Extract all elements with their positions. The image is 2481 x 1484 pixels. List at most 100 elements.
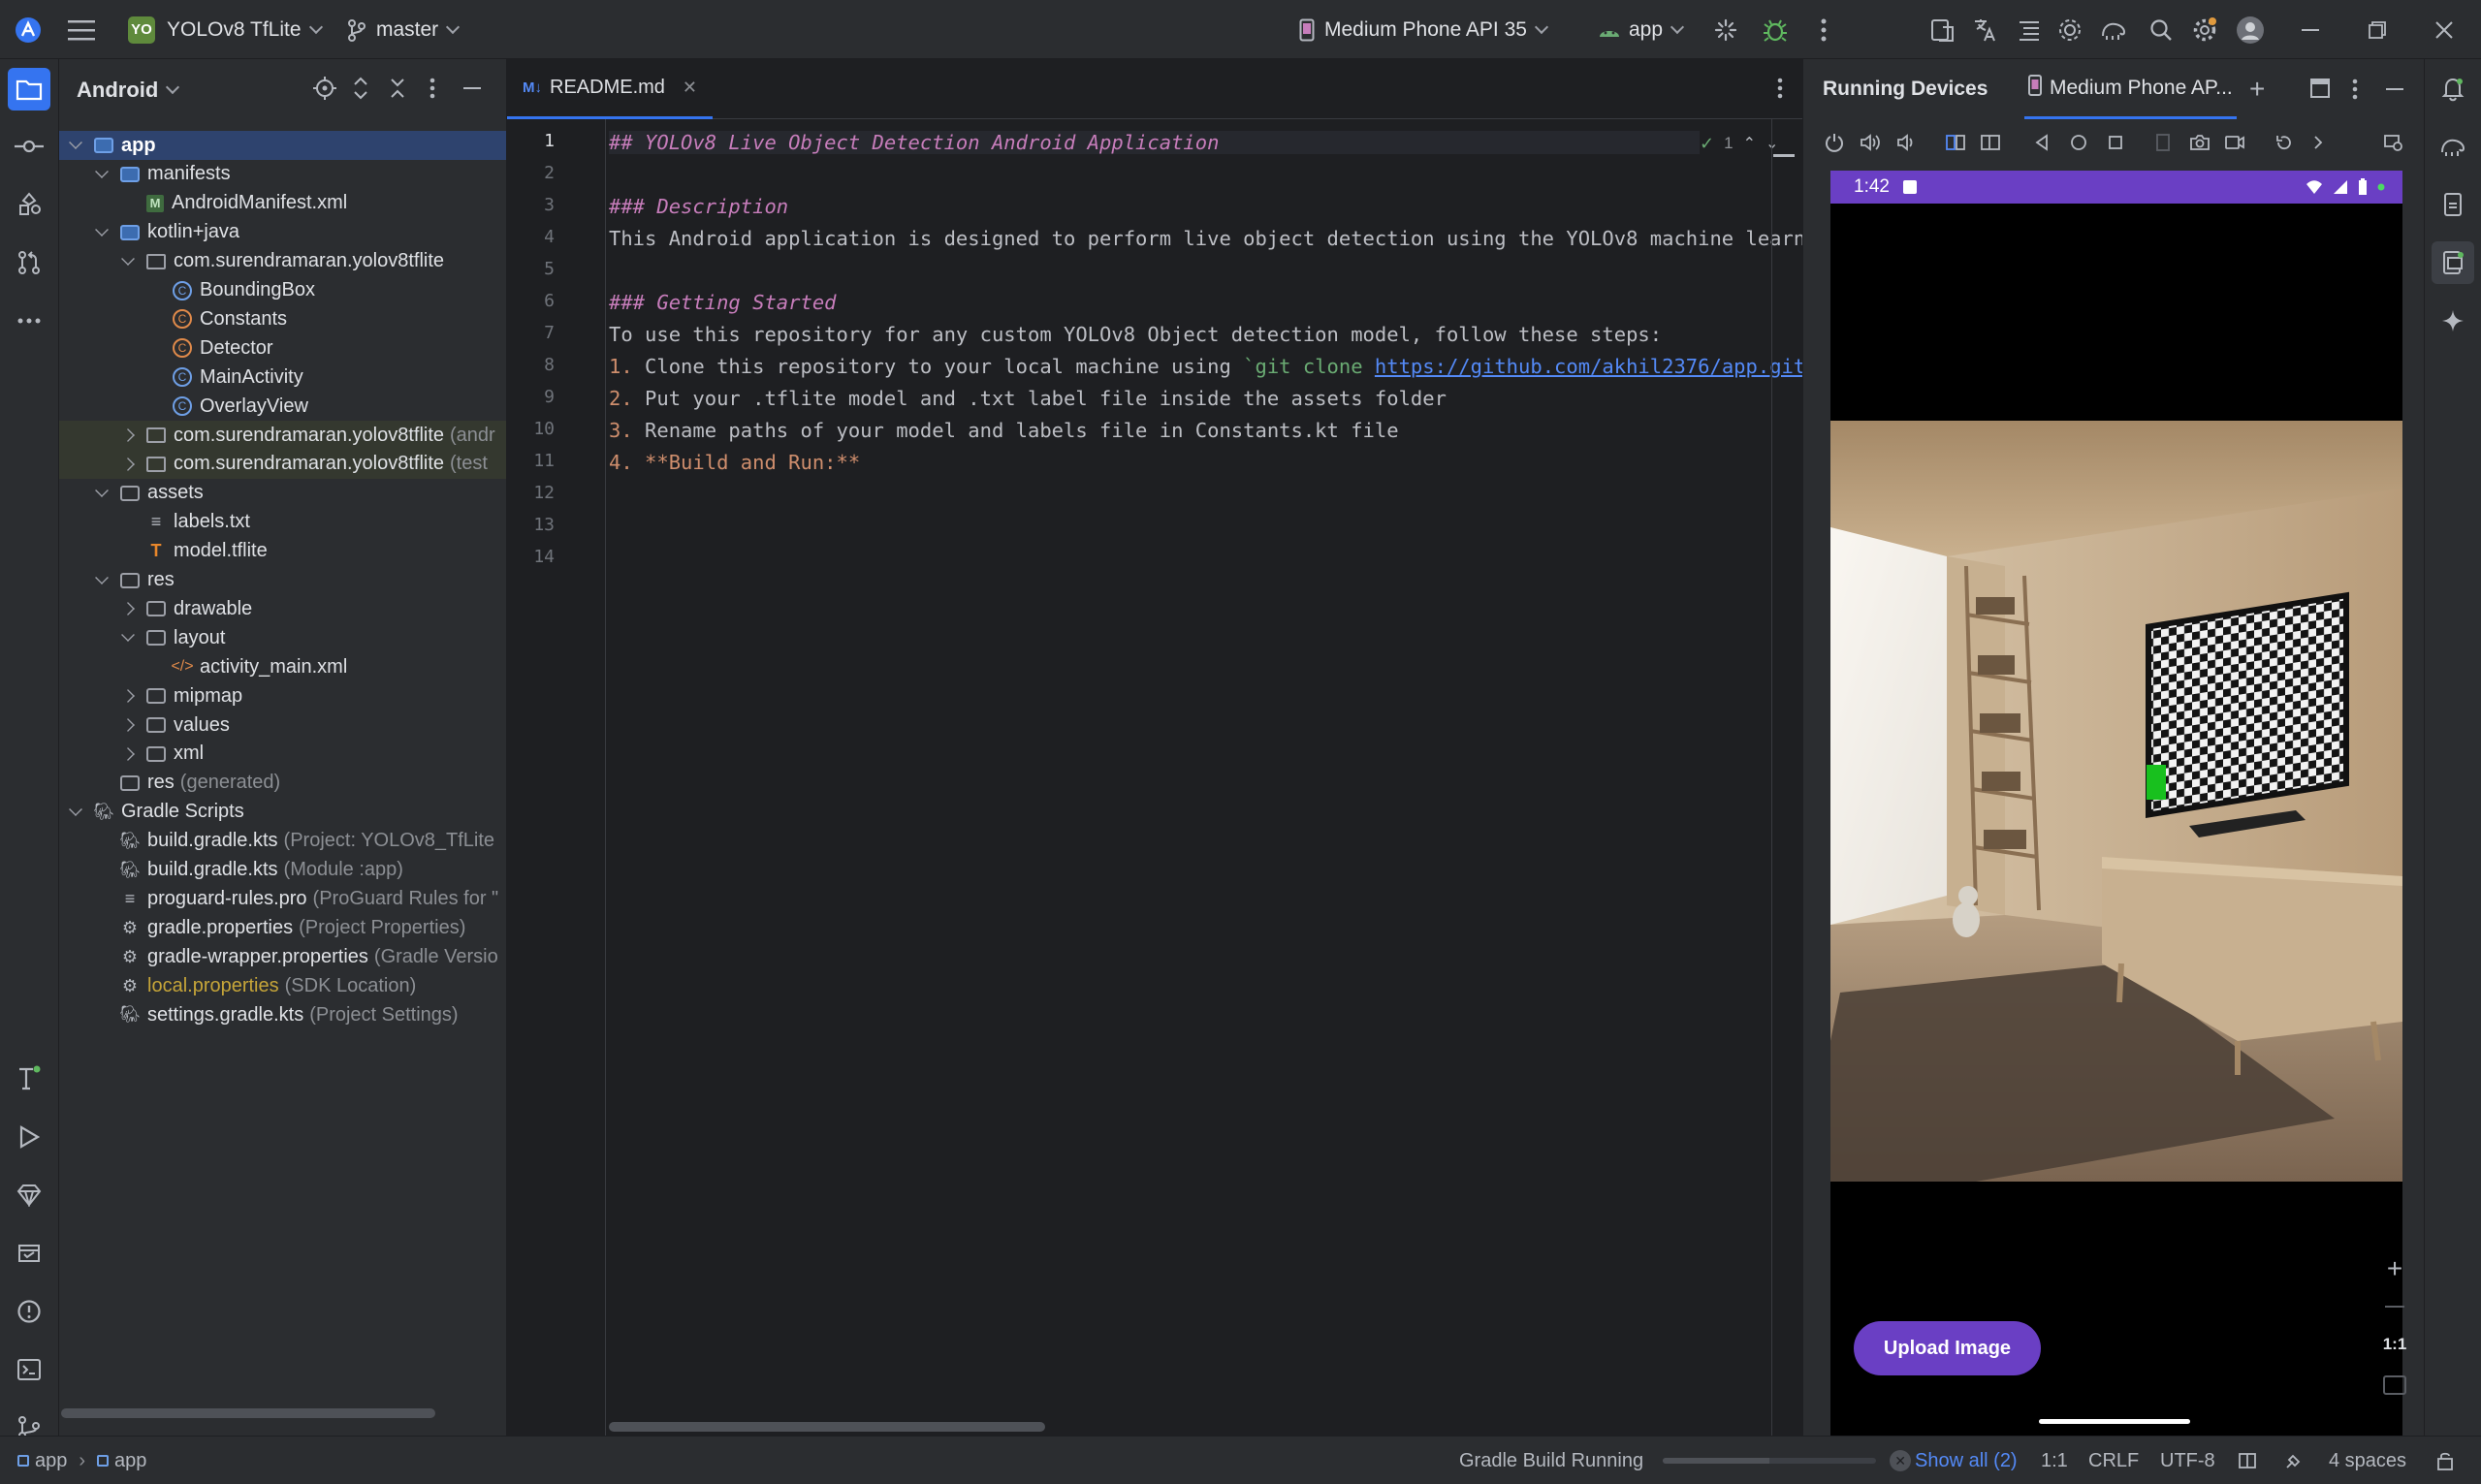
chevron-down-icon[interactable] [95,222,109,237]
more-tools-icon[interactable] [8,300,50,342]
run-config-selector[interactable]: app [1598,0,1685,59]
running-devices-icon[interactable] [2432,241,2474,284]
tab-medium-phone[interactable]: Medium Phone AP... [2024,59,2237,119]
lock-icon[interactable] [2435,1437,2455,1484]
tree-item[interactable]: 🐘︎ build.gradle.kts (Module :app) [59,856,506,885]
tree-item[interactable]: res (generated) [59,769,506,798]
inspection-profile-icon[interactable] [2284,1437,2304,1484]
translate-icon[interactable] [1972,0,1997,59]
chevron-down-icon[interactable] [95,483,109,497]
caret-position[interactable]: 1:1 [2041,1437,2068,1484]
options-icon[interactable] [429,77,435,106]
tree-item[interactable]: com.surendramaran.yolov8tflite (andr [59,421,506,450]
tab-readme[interactable]: M↓ README.md ✕ [507,59,713,119]
device-file-explorer-icon[interactable] [2432,183,2474,226]
upload-image-button[interactable]: Upload Image [1854,1321,2041,1375]
zoom-in-icon[interactable]: + [2375,1249,2414,1288]
chevron-right-icon[interactable] [121,428,135,442]
tree-item[interactable]: 🐘︎ build.gradle.kts (Project: YOLOv8_TfLit… [59,827,506,856]
chevron-down-icon[interactable] [95,164,109,178]
file-encoding[interactable]: UTF-8 [2160,1437,2215,1484]
device-selector[interactable]: Medium Phone API 35 [1299,0,1549,59]
hide-panel-icon[interactable] [2385,78,2404,107]
build-icon[interactable] [8,1058,50,1100]
chevron-right-icon[interactable] [121,689,135,704]
inspection-widget[interactable]: ✓ 1 ⌃ ⌄ [1700,129,1779,158]
line-separator[interactable]: CRLF [2088,1437,2139,1484]
tree-item[interactable]: 🐘︎ settings.gradle.kts (Project Settings) [59,1000,506,1029]
tree-item[interactable]: app [59,131,506,160]
android-studio-logo-icon[interactable] [14,0,43,59]
tree-item[interactable]: C MainActivity [59,363,506,392]
readonly-toggle-icon[interactable] [2238,1437,2257,1484]
show-all-tasks-link[interactable]: Show all (2) [1915,1437,2018,1484]
volume-up-icon[interactable] [1860,133,1881,158]
breadcrumb-item[interactable]: app [35,1450,67,1472]
tree-item[interactable]: </> activity_main.xml [59,652,506,681]
window-layout-icon[interactable] [2310,79,2330,104]
code-link[interactable]: https://github.com/akhil2376/app.git [1375,355,1805,378]
tree-item[interactable]: xml [59,740,506,769]
hide-panel-icon[interactable] [462,77,482,106]
gesture-nav-bar[interactable] [2039,1419,2190,1424]
mirror-icon[interactable] [2383,133,2404,158]
tree-item[interactable]: manifests [59,160,506,189]
tree-scrollbar[interactable] [59,1397,506,1436]
sync-icon[interactable] [1714,0,1737,59]
chevron-down-icon[interactable] [69,802,82,816]
power-icon[interactable] [1825,133,1844,158]
device-manager-icon[interactable] [1929,0,1955,59]
chevron-down-icon[interactable] [69,136,82,149]
problems-icon[interactable] [8,1290,50,1333]
editor-tab-options-icon[interactable] [1777,77,1783,106]
chevron-down-icon[interactable] [121,628,135,643]
tree-item[interactable]: ⚙︎ gradle-wrapper.properties (Gradle Versi… [59,942,506,971]
tree-item[interactable]: ≡ labels.txt [59,508,506,537]
rotate-left-icon[interactable] [1945,133,1966,158]
chevron-right-icon[interactable] [121,746,135,761]
chevron-up-icon[interactable]: ⌃ [1743,134,1756,153]
zoom-actual-size[interactable]: 1:1 [2375,1325,2414,1364]
terminal-icon[interactable] [8,1348,50,1391]
emulator-screen[interactable]: 1:42 Upload Image [1830,171,2402,1436]
tree-item[interactable]: kotlin+java [59,218,506,247]
overview-icon[interactable] [2106,133,2125,158]
tree-item[interactable]: mipmap [59,681,506,710]
structure-icon[interactable] [2017,0,2042,59]
tree-item[interactable]: Tmodel.tflite [59,537,506,566]
tree-item[interactable]: assets [59,479,506,508]
tree-item[interactable]: ⚙︎ local.properties (SDK Location) [59,971,506,1000]
chevron-down-icon[interactable] [121,251,135,266]
tree-item[interactable]: com.surendramaran.yolov8tflite (test [59,449,506,479]
user-avatar-icon[interactable] [2236,0,2265,59]
gradle-elephant-icon[interactable] [2100,0,2127,59]
rotate-right-icon[interactable] [1980,133,2001,158]
volume-down-icon[interactable] [1896,133,1916,158]
tree-item[interactable]: values [59,710,506,740]
chevron-right-icon[interactable] [121,602,135,616]
run-icon[interactable] [8,1116,50,1158]
project-folder-icon[interactable] [8,68,50,111]
screenshot-icon[interactable] [2189,133,2211,158]
tree-item[interactable]: layout [59,623,506,652]
add-device-icon[interactable]: + [2249,74,2265,105]
maximize-window-icon[interactable] [2369,0,2386,59]
commit-icon[interactable] [8,125,50,168]
tree-item[interactable]: M AndroidManifest.xml [59,189,506,218]
tree-item[interactable]: C Detector [59,333,506,363]
tree-item[interactable]: drawable [59,594,506,623]
background-task[interactable]: Gradle Build Running ✕ [1459,1437,1912,1484]
branch-selector[interactable]: master [347,0,461,59]
pull-requests-icon[interactable] [8,241,50,284]
breadcrumb-item[interactable]: app [114,1450,146,1472]
collapse-all-icon[interactable] [389,77,406,106]
app-quality-insights-icon[interactable] [8,1174,50,1216]
gemini-sparkle-icon[interactable] [2432,300,2474,342]
indent-setting[interactable]: 4 spaces [2329,1437,2406,1484]
gradle-icon[interactable] [2432,125,2474,168]
settings-gear-icon[interactable] [2191,0,2218,59]
home-icon[interactable] [2069,133,2088,158]
expand-all-icon[interactable] [352,77,369,106]
close-window-icon[interactable] [2435,0,2453,59]
tree-item[interactable]: com.surendramaran.yolov8tflite [59,247,506,276]
